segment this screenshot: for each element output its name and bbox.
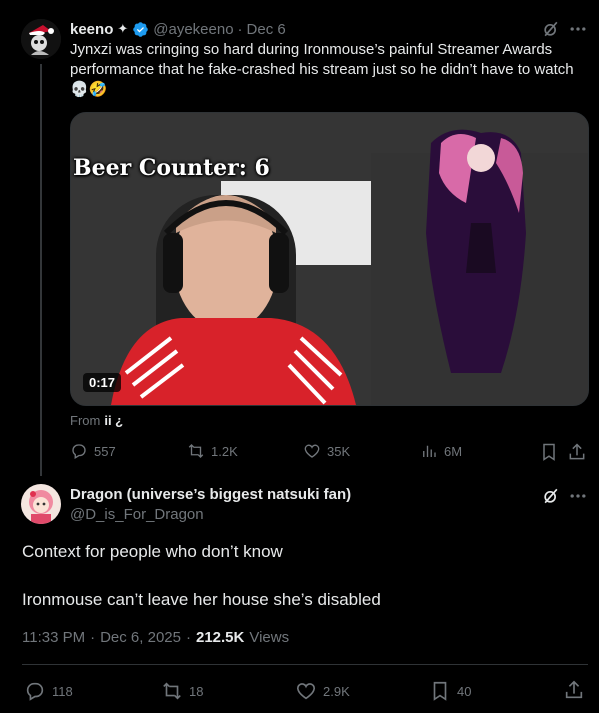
views-icon [423,445,436,457]
tweet1-text: Jynxzi was cringing so hard during Ironm… [70,41,574,98]
beer-counter-overlay: Beer Counter: 6 [73,155,270,181]
tweet1-date[interactable]: Dec 6 [247,21,286,38]
tweet2-date[interactable]: Dec 6, 2025 [100,629,181,646]
tweet2-text-line1: Context for people who don’t know [22,542,283,561]
tweet2-like-count: 2.9K [323,683,350,699]
tweet2-author-name[interactable]: Dragon (universe’s biggest natsuki fan) [70,486,351,503]
from-source-link[interactable]: ii ¿ [104,413,123,428]
grok-icon[interactable] [541,486,561,511]
tweet2-views-count: 212.5K [195,629,245,646]
tweet2-meta: 11:33 PM · Dec 6, 2025 · 212.5K Views [22,629,289,646]
tweet2-share-button[interactable] [563,679,585,706]
tweet2-views-label: Views [249,629,290,646]
tweet2-reply-count: 118 [52,683,73,699]
share-icon [565,680,583,699]
tweet1-author-name[interactable]: keeno [70,21,113,38]
thread-connector [40,64,42,476]
more-icon[interactable] [568,486,588,511]
like-icon [296,683,316,700]
from-attribution: From ii ¿ [70,413,123,428]
avatar-dragon[interactable] [21,484,61,524]
reply-icon [26,682,44,701]
actions-divider [22,664,588,665]
tweet1-share-button[interactable] [567,442,587,467]
tweet2-repost-button[interactable]: 18 [161,680,203,702]
tweet2-handle[interactable]: @D_is_For_Dragon [70,506,204,523]
meta-separator: · [185,629,191,646]
repost-icon [163,682,181,700]
tweet2-bookmark-count: 40 [457,683,472,699]
bookmark-icon [543,443,555,461]
tweet1-handle[interactable]: @ayekeeno [153,21,233,38]
video-duration-badge: 0:17 [83,373,122,392]
tweet1-bookmark-button[interactable] [539,442,559,467]
repost-icon [188,444,204,458]
tweet1-reply-count: 557 [94,443,116,459]
tweet1-video[interactable]: Beer Counter: 6 0:17 [70,112,589,406]
verified-badge-icon [132,21,149,38]
sparkle-icon: ✦ [117,21,129,36]
tweet2-time[interactable]: 11:33 PM [22,629,85,646]
tweet2-reply-button[interactable]: 118 [24,680,73,702]
tweet1-repost-count: 1.2K [211,443,238,459]
tweet1-like-count: 35K [327,443,351,459]
meta-separator: · [90,629,96,646]
tweet2-bookmark-button[interactable]: 40 [429,680,471,702]
from-label: From [70,413,101,428]
reply-icon [72,444,86,459]
tweet1-repost-button[interactable]: 1.2K [187,442,238,460]
tweet1-view-count: 6M [444,443,463,459]
tweet1-header: keeno ✦ @ayekeeno · Dec 6 [70,19,286,39]
tweet2-repost-count: 18 [189,683,204,699]
tweet1-reply-button[interactable]: 557 [70,442,116,460]
avatar-keeno[interactable] [21,19,61,59]
tweet2-text-line2: Ironmouse can’t leave her house she’s di… [22,590,381,609]
share-icon [569,443,585,460]
tweet1-like-button[interactable]: 35K [303,442,350,460]
tweet1-views-button[interactable]: 6M [420,442,462,460]
tweet2-like-button[interactable]: 2.9K [295,680,350,702]
tweet1-dot: · [237,20,243,38]
like-icon [304,444,320,458]
bookmark-icon [433,681,447,701]
